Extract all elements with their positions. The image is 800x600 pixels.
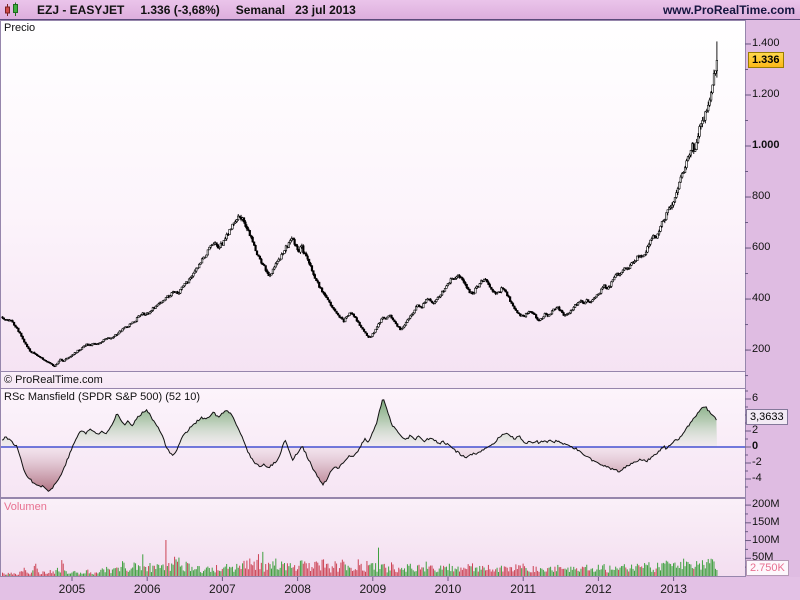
axis-tick-label: 200M (752, 498, 780, 511)
price-candlesticks (1, 41, 718, 368)
year-label: 2005 (58, 582, 86, 596)
axis-tick-label: 1.400 (752, 36, 780, 49)
volume-last-value-box[interactable]: 2.750K (746, 560, 789, 576)
axis-tick-label: 2 (752, 424, 759, 436)
axis-tick-label: 0 (752, 440, 759, 452)
axis-tick-label: -2 (752, 456, 762, 468)
year-label: 2011 (510, 582, 537, 596)
volume-bars (2, 540, 718, 576)
axis-tick-label: 200 (752, 343, 771, 356)
axis-tick-label: 150M (752, 515, 780, 528)
year-label: 2013 (660, 582, 687, 596)
axis-tick-label: 400 (752, 292, 771, 305)
axis-tick-label: 800 (752, 190, 771, 203)
rsc-area-series (1, 399, 745, 492)
year-label: 2007 (209, 582, 236, 596)
year-label: 2008 (284, 582, 311, 596)
axis-tick-label: 6 (752, 392, 759, 404)
axis-tick-label: -4 (752, 472, 762, 484)
year-label: 2010 (434, 582, 462, 596)
rsc-last-value-box[interactable]: 3,3633 (746, 409, 788, 425)
axis-tick-label: 100M (752, 533, 780, 546)
last-price-box[interactable]: 1.336 (748, 52, 784, 68)
chart-canvas[interactable] (0, 0, 800, 600)
proreal-time-chart-window: EZJ - EASYJET 1.336 (-3,68%) Semanal 23 … (0, 0, 800, 600)
year-label: 2012 (585, 582, 612, 596)
year-label: 2009 (359, 582, 387, 596)
axis-tick-label: 600 (752, 241, 771, 254)
axis-tick-label: 1.000 (752, 139, 780, 151)
axis-tick-label: 1.200 (752, 87, 780, 100)
year-label: 2006 (133, 582, 161, 596)
axis-ticks (71, 43, 751, 581)
